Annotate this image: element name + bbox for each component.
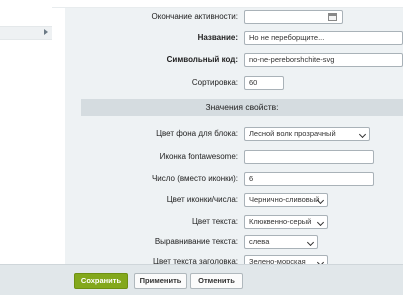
header-strip [52,0,403,8]
field-row-number: Число (вместо иконки): 6 [65,171,403,187]
bg-color-select[interactable]: Лесной волк прозрачный [244,127,370,141]
field-row-icon-color: Цвет иконки/числа: Чернично-сливовый [65,192,403,208]
edit-form-panel: Окончание активности: Название: Но не пе… [65,8,403,269]
code-input[interactable]: no-ne-pereborshchite-svg [244,53,403,67]
field-row-bg-color: Цвет фона для блока: Лесной волк прозрач… [65,126,403,142]
field-row-text-color: Цвет текста: Клюквенно-серый [65,214,403,230]
calendar-icon[interactable] [328,13,337,21]
field-row-fa-icon: Иконка fontawesome: [65,149,403,165]
field-row-text-align: Выравнивание текста: слева [65,234,403,250]
sort-input[interactable]: 60 [244,76,284,90]
chevron-down-icon [316,218,325,227]
field-label: Выравнивание текста: [154,237,238,246]
field-label: Символьный код: [166,55,238,64]
fa-icon-input[interactable] [244,150,374,164]
field-label: Окончание активности: [151,12,239,21]
text-align-select[interactable]: слева [244,235,318,249]
text-color-select[interactable]: Клюквенно-серый [244,215,328,229]
field-label: Название: [197,33,238,42]
field-label: Цвет текста: [191,217,238,226]
left-navigation [0,0,52,264]
form-action-bar: Сохранить Применить Отменить [0,264,403,295]
field-label: Цвет фона для блока: [156,129,238,138]
apply-button[interactable]: Применить [134,273,187,289]
field-row-sort: Сортировка: 60 [65,75,403,91]
icon-color-select[interactable]: Чернично-сливовый [244,193,328,207]
name-input[interactable]: Но не переборщите... [244,31,403,45]
cancel-button[interactable]: Отменить [190,273,243,289]
field-label: Иконка fontawesome: [159,152,238,161]
number-input[interactable]: 6 [244,172,374,186]
chevron-down-icon [358,130,367,139]
active-to-input[interactable] [244,10,343,24]
field-row-name: Название: Но не переборщите... [65,30,403,46]
field-label: Число (вместо иконки): [151,174,238,183]
field-row-active-to: Окончание активности: [65,9,403,25]
chevron-down-icon [306,238,315,247]
field-label: Сортировка: [191,78,238,87]
section-title: Значения свойств: [81,99,403,116]
field-row-code: Символьный код: no-ne-pereborshchite-svg [65,52,403,68]
triangle-right-icon[interactable] [44,29,48,35]
field-label: Цвет иконки/числа: [166,195,238,204]
save-button[interactable]: Сохранить [74,273,128,289]
